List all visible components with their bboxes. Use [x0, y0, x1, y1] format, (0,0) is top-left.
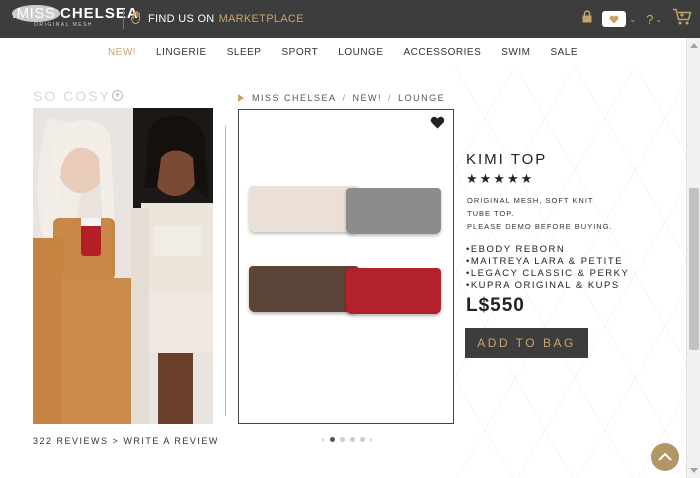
rating-stars: ★★★★★ [466, 171, 535, 186]
nav-item-sleep[interactable]: SLEEP [217, 47, 272, 58]
header-divider [123, 9, 124, 29]
breadcrumb-separator: / [388, 93, 393, 103]
find-us-link[interactable]: FIND US ON MARKETPLACE [131, 11, 304, 27]
help-button[interactable]: ? ⌄ [646, 12, 662, 27]
carousel-dot[interactable] [329, 437, 335, 442]
body-item: •EBODY REBORN [466, 244, 566, 255]
hand-icon [131, 11, 142, 27]
write-review-link[interactable]: WRITE A REVIEW [123, 436, 219, 446]
scroll-down-icon[interactable] [690, 468, 698, 473]
brand-name: CHELSEA [60, 5, 139, 22]
description-line: TUBE TOP. [467, 209, 515, 218]
brand-prefix: .MISS [12, 5, 61, 22]
scrollbar-thumb[interactable] [689, 188, 699, 350]
nav-item-sale[interactable]: SALE [540, 47, 588, 58]
marketplace-label: MARKETPLACE [218, 13, 304, 25]
carousel-dots: ‹ › [322, 435, 372, 444]
carousel-prev-icon[interactable]: ‹ [322, 435, 325, 444]
vertical-divider [225, 126, 226, 416]
product-price: L$550 [466, 295, 525, 316]
find-us-label: FIND US ON [148, 13, 215, 25]
nav-item-new[interactable]: NEW! [98, 47, 146, 58]
description-line: ORIGINAL MESH, SOFT KNIT [467, 196, 594, 205]
product-description: ORIGINAL MESH, SOFT KNIT TUBE TOP. PLEAS… [467, 194, 667, 233]
back-to-top-button[interactable] [651, 443, 679, 471]
carousel-next-icon[interactable]: › [370, 435, 373, 444]
reviews-separator: > [112, 436, 120, 446]
top-bar: .MISS CHELSEA ORIGINAL MESH FIND US ON M… [0, 0, 700, 38]
chevron-down-icon: ⌄ [655, 14, 662, 24]
favorite-heart-icon[interactable] [430, 116, 445, 134]
product-swatch-grey [346, 188, 441, 234]
body-item: •KUPRA ORIGINAL & KUPS [466, 280, 620, 291]
nav-item-lounge[interactable]: LOUNGE [328, 47, 393, 58]
heart-icon [602, 11, 627, 27]
body-item: •MAITREYA LARA & PETITE [466, 256, 623, 267]
cart-icon[interactable] [672, 8, 692, 31]
chevron-down-icon: ⌄ [629, 14, 637, 24]
help-icon: ? [646, 11, 654, 27]
add-to-bag-button[interactable]: ADD TO BAG [465, 328, 588, 358]
nav-item-accessories[interactable]: ACCESSORIES [394, 47, 492, 58]
lock-icon[interactable] [582, 10, 592, 28]
nav-item-sport[interactable]: SPORT [271, 47, 328, 58]
product-swatch-red [346, 268, 441, 314]
breadcrumb-item[interactable]: NEW! [353, 93, 383, 103]
scroll-up-icon[interactable] [690, 43, 698, 48]
product-swatch-brown [249, 266, 359, 312]
brand-tagline: ORIGINAL MESH [34, 22, 94, 28]
plus-icon[interactable]: + [112, 90, 123, 101]
nav-item-swim[interactable]: SWIM [491, 47, 540, 58]
description-line: PLEASE DEMO BEFORE BUYING. [467, 222, 613, 231]
nav-item-lingerie[interactable]: LINGERIE [146, 47, 217, 58]
body-item: •LEGACY CLASSIC & PERKY [466, 268, 630, 279]
breadcrumb-item[interactable]: MISS CHELSEA [252, 93, 337, 103]
breadcrumb: MISS CHELSEA / NEW! / LOUNGE [238, 93, 445, 103]
carousel-dot[interactable] [339, 437, 345, 442]
product-swatch-cream [249, 186, 359, 232]
breadcrumb-separator: / [342, 93, 347, 103]
compatible-bodies-list: •EBODY REBORN •MAITREYA LARA & PETITE •L… [466, 244, 629, 292]
carousel-dot[interactable] [349, 437, 355, 442]
main-nav: NEW! LINGERIE SLEEP SPORT LOUNGE ACCESSO… [0, 38, 686, 66]
promo-image[interactable] [33, 108, 213, 424]
reviews-row: 322 REVIEWS > WRITE A REVIEW [33, 436, 219, 446]
reviews-count[interactable]: 322 REVIEWS [33, 436, 109, 446]
breadcrumb-arrow-icon [238, 94, 244, 102]
brand-logo[interactable]: .MISS CHELSEA ORIGINAL MESH [12, 5, 139, 28]
wishlist-button[interactable]: ⌄ [602, 11, 636, 27]
product-title: KIMI TOP [466, 151, 548, 168]
breadcrumb-item[interactable]: LOUNGE [398, 93, 445, 103]
promo-title: SO COSY [33, 88, 111, 104]
scrollbar[interactable] [686, 38, 700, 478]
carousel-dot[interactable] [359, 437, 365, 442]
product-image[interactable] [238, 109, 454, 424]
chevron-up-icon [658, 448, 672, 466]
